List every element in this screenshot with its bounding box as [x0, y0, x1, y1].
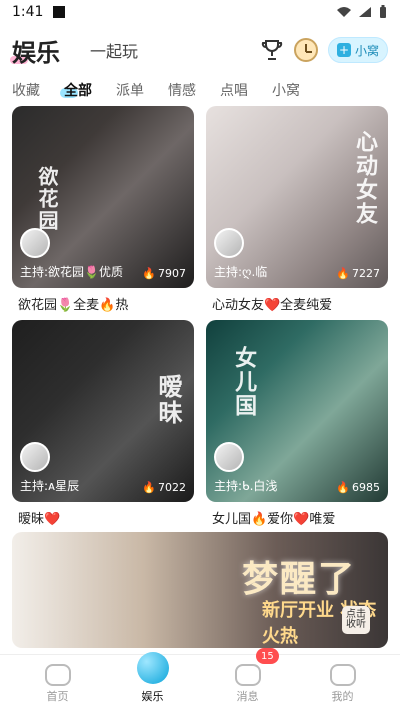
bottom-navigation: 首页 娱乐 消息 我的: [0, 652, 400, 712]
nav-entertainment-label: 娱乐: [141, 690, 164, 703]
fire-icon: 🔥: [336, 481, 350, 494]
tab-favorites[interactable]: 收藏: [12, 80, 40, 100]
fire-icon: 🔥: [336, 267, 350, 280]
clock-icon[interactable]: [294, 38, 318, 62]
message-icon: [234, 664, 261, 686]
room-card-label: 女儿国🔥爱你❤️唯爱: [212, 512, 336, 527]
tab-all[interactable]: 全部: [60, 80, 92, 100]
status-bar: 1:41: [0, 0, 400, 24]
messages-badge: 15: [256, 648, 279, 664]
fire-icon: 🔥: [142, 481, 156, 494]
category-tabs: 收藏 全部 派单 情感 点唱 小窝: [0, 78, 400, 102]
small-room-button[interactable]: + 小窝: [328, 37, 388, 63]
wifi-icon: [337, 7, 351, 17]
room-card-hot-value: 7022: [158, 481, 186, 494]
tab-song[interactable]: 点唱: [220, 80, 248, 100]
room-card-host: 主持:ღ.临: [214, 265, 268, 279]
room-card-hot: 🔥 6985: [336, 481, 380, 494]
nav-entertainment[interactable]: 娱乐: [105, 652, 200, 704]
profile-icon: [329, 664, 356, 686]
nav-messages[interactable]: 消息: [200, 664, 295, 704]
room-card-art: 欲花园: [35, 166, 59, 232]
room-card-3[interactable]: 暧昧 主持:ᴀ星辰 🔥 7022: [12, 320, 194, 502]
signal-icon: [359, 7, 371, 17]
header-actions: + 小窝: [260, 37, 388, 63]
plus-icon: +: [336, 43, 351, 57]
tab-emotion[interactable]: 情感: [168, 80, 196, 100]
fire-icon: 🔥: [142, 267, 156, 280]
status-icons: [336, 5, 388, 19]
room-card-hot-value: 7907: [158, 267, 186, 280]
planet-icon: [136, 652, 169, 684]
status-time: 1:41: [12, 4, 44, 20]
banner-click-button[interactable]: 点击 收听: [342, 606, 370, 634]
room-card-host: 主持:ᑲ.白浅: [214, 479, 278, 493]
room-card-label: 欲花园🌷全麦🔥热: [18, 298, 129, 313]
room-card-hot: 🔥 7907: [142, 267, 186, 280]
room-card-hot-value: 6985: [352, 481, 380, 494]
host-avatar: [20, 228, 50, 258]
room-card-4[interactable]: 女儿国 主持:ᑲ.白浅 🔥 6985: [206, 320, 388, 502]
trophy-icon[interactable]: [260, 38, 284, 62]
brand-title: 娱乐: [10, 33, 60, 68]
tab-dispatch[interactable]: 派单: [116, 80, 144, 100]
tab-small-room[interactable]: 小窝: [272, 80, 300, 100]
promo-banner[interactable]: 梦醒了 新厅开业 状态火热 点击 收听: [12, 532, 388, 648]
banner-title: 梦醒了: [242, 559, 357, 600]
room-card-art: 暧昧: [154, 374, 182, 426]
room-card-label: 暧昧❤️: [18, 512, 61, 527]
room-card-hot: 🔥 7022: [142, 481, 186, 494]
room-card-art: 女儿国: [231, 346, 257, 418]
nav-home[interactable]: 首页: [10, 664, 105, 704]
room-card-2[interactable]: 心动女友 主持:ღ.临 🔥 7227: [206, 106, 388, 288]
room-card-hot: 🔥 7227: [336, 267, 380, 280]
battery-icon: [380, 5, 386, 18]
host-avatar: [20, 442, 50, 472]
room-card-label: 心动女友❤️全麦纯爱: [212, 298, 333, 313]
nav-messages-label: 消息: [236, 690, 259, 703]
home-icon: [44, 664, 71, 686]
status-square-icon: [53, 6, 66, 18]
room-card-art: 心动女友: [352, 130, 377, 226]
nav-home-label: 首页: [46, 690, 69, 703]
room-card-hot-value: 7227: [352, 267, 380, 280]
nav-profile-label: 我的: [331, 690, 354, 703]
room-card-1[interactable]: 欲花园 主持:欲花园🌷优质 🔥 7907: [12, 106, 194, 288]
host-avatar: [214, 228, 244, 258]
room-card-host: 主持:ᴀ星辰: [20, 479, 80, 493]
nav-profile[interactable]: 我的: [295, 664, 390, 704]
small-room-label: 小窝: [354, 43, 379, 58]
top-header: 娱乐 一起玩 + 小窝: [0, 30, 400, 70]
together-link[interactable]: 一起玩: [90, 38, 138, 62]
room-card-host: 主持:欲花园🌷优质: [20, 265, 123, 279]
host-avatar: [214, 442, 244, 472]
